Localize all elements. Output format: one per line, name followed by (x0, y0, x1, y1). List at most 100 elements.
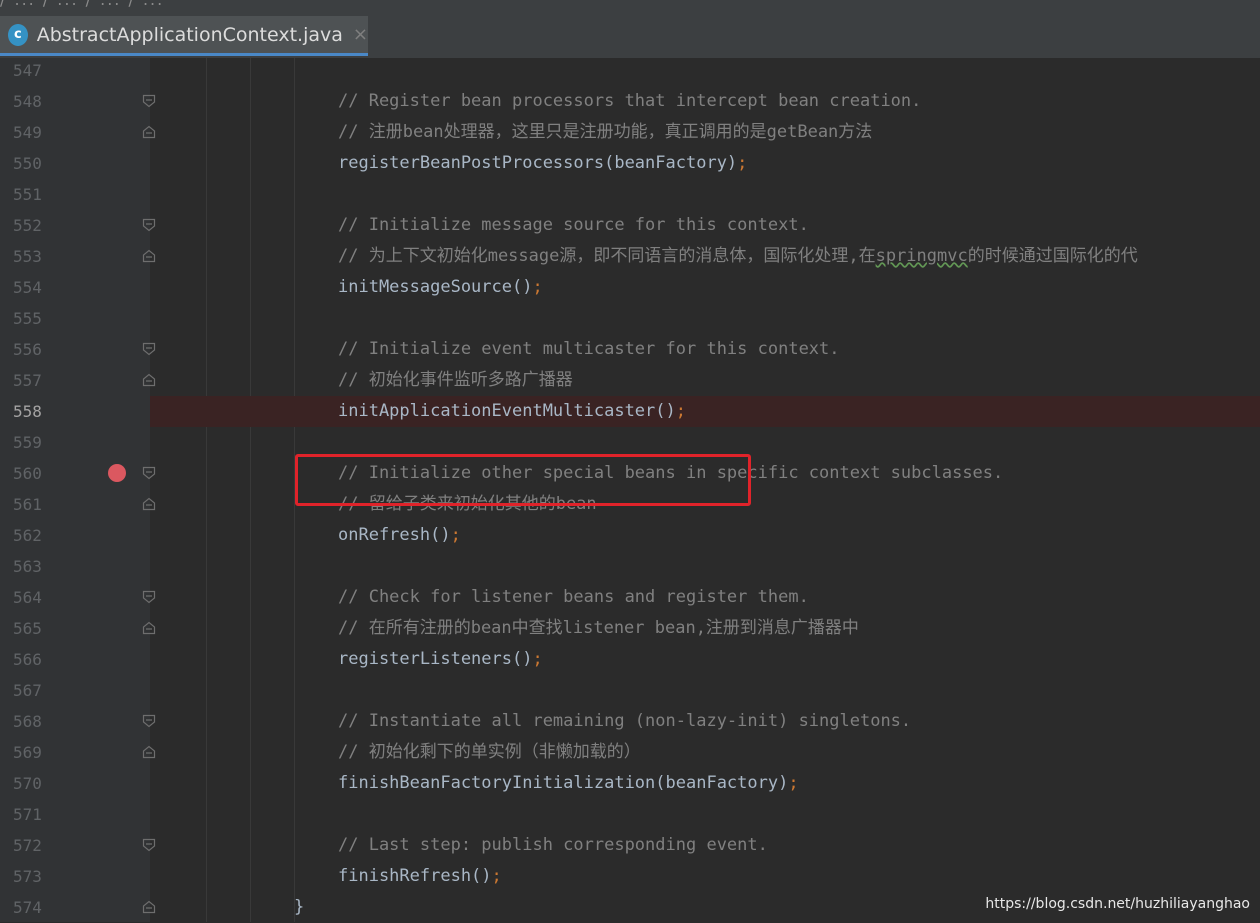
line-number: 558 (13, 402, 42, 421)
line-number: 564 (13, 588, 42, 607)
code-text: registerListeners(); (338, 644, 543, 675)
line-number: 573 (13, 867, 42, 886)
code-token: registerListeners() (338, 649, 533, 669)
line-number: 554 (13, 278, 42, 297)
line-number: 551 (13, 185, 42, 204)
code-line[interactable]: // Check for listener beans and register… (150, 582, 1260, 613)
code-comment: // Register bean processors that interce… (338, 91, 922, 111)
code-comment: // Initialize message source for this co… (338, 215, 809, 235)
code-line[interactable] (150, 799, 1260, 830)
breakpoint-icon[interactable] (108, 464, 126, 482)
line-number: 563 (13, 557, 42, 576)
code-line[interactable] (150, 551, 1260, 582)
code-comment: // 在所有注册的bean中查找listener bean,注册到消息广播器中 (338, 618, 859, 638)
code-text: // 初始化剩下的单实例（非懒加载的） (338, 737, 641, 768)
code-editor[interactable]: 547 548 549 550 551 552 553 554 555 556 557 558 559 5… (0, 58, 1260, 922)
code-line[interactable]: finishBeanFactoryInitialization(beanFact… (150, 768, 1260, 799)
code-token: } (294, 897, 305, 917)
line-number: 567 (13, 681, 42, 700)
code-line[interactable]: // 注册bean处理器，这里只是注册功能，真正调用的是getBean方法 (150, 117, 1260, 148)
code-line[interactable]: // Last step: publish corresponding even… (150, 830, 1260, 861)
code-text: finishRefresh(); (338, 861, 502, 892)
breadcrumb[interactable]: / ... / ... / ... / ... (0, 0, 760, 10)
code-text: finishBeanFactoryInitialization(beanFact… (338, 768, 799, 799)
line-number: 559 (13, 433, 42, 452)
code-token: registerBeanPostProcessors(beanFactory) (338, 153, 738, 173)
gutter[interactable]: 547 548 549 550 551 552 553 554 555 556 557 558 559 5… (0, 58, 150, 922)
code-comment: // Instantiate all remaining (non-lazy-i… (338, 711, 912, 731)
line-number: 560 (13, 464, 42, 483)
line-number: 555 (13, 309, 42, 328)
code-text: initMessageSource(); (338, 272, 543, 303)
line-number: 553 (13, 247, 42, 266)
code-line[interactable]: // Instantiate all remaining (non-lazy-i… (150, 706, 1260, 737)
code-semicolon: ; (491, 866, 502, 886)
editor-tab-bar: c AbstractApplicationContext.java × (0, 16, 1260, 59)
code-comment: // 初始化剩下的单实例（非懒加载的） (338, 742, 641, 762)
line-number: 572 (13, 836, 42, 855)
code-line[interactable]: registerListeners(); (150, 644, 1260, 675)
code-text: // Last step: publish corresponding even… (338, 830, 768, 861)
code-line[interactable]: // 为上下文初始化message源，即不同语言的消息体，国际化处理,在spri… (150, 241, 1260, 272)
code-comment: // 注册bean处理器，这里只是注册功能，真正调用的是getBean方法 (338, 122, 873, 142)
code-line[interactable]: // 初始化事件监听多路广播器 (150, 365, 1260, 396)
code-line[interactable]: // Initialize event multicaster for this… (150, 334, 1260, 365)
code-token: initMessageSource() (338, 277, 533, 297)
line-number: 557 (13, 371, 42, 390)
code-text: } (294, 892, 304, 923)
code-semicolon: ; (788, 773, 799, 793)
line-number: 574 (13, 898, 42, 917)
code-line[interactable]: onRefresh(); (150, 520, 1260, 551)
code-line[interactable] (150, 179, 1260, 210)
highlight-annotation-box (295, 454, 751, 506)
code-line[interactable] (150, 675, 1260, 706)
line-number: 548 (13, 92, 42, 111)
code-line[interactable]: finishRefresh(); (150, 861, 1260, 892)
code-line[interactable]: // Initialize message source for this co… (150, 210, 1260, 241)
code-text: // 为上下文初始化message源，即不同语言的消息体，国际化处理,在spri… (338, 241, 1138, 272)
code-semicolon: ; (532, 649, 543, 669)
code-line[interactable]: initMessageSource(); (150, 272, 1260, 303)
code-semicolon: ; (737, 153, 748, 173)
line-number: 571 (13, 805, 42, 824)
line-number: 562 (13, 526, 42, 545)
line-number: 570 (13, 774, 42, 793)
code-semicolon: ; (450, 525, 461, 545)
code-line[interactable]: // 初始化剩下的单实例（非懒加载的） (150, 737, 1260, 768)
code-line[interactable]: // Register bean processors that interce… (150, 86, 1260, 117)
tab-abstract-application-context[interactable]: c AbstractApplicationContext.java × (0, 16, 368, 56)
java-class-icon: c (8, 23, 28, 46)
line-number: 568 (13, 712, 42, 731)
code-text: initApplicationEventMulticaster(); (338, 396, 686, 427)
code-token: initApplicationEventMulticaster() (338, 401, 676, 421)
breadcrumb-bar: / ... / ... / ... / ... (0, 0, 1260, 17)
code-text: // Initialize message source for this co… (338, 210, 809, 241)
code-line[interactable] (150, 303, 1260, 334)
code-text: // Register bean processors that interce… (338, 86, 921, 117)
code-text: registerBeanPostProcessors(beanFactory); (338, 148, 747, 179)
code-text: // 注册bean处理器，这里只是注册功能，真正调用的是getBean方法 (338, 117, 872, 148)
close-icon[interactable]: × (353, 24, 368, 45)
watermark: https://blog.csdn.net/huzhiliayanghao (985, 896, 1250, 912)
code-line[interactable]: registerBeanPostProcessors(beanFactory); (150, 148, 1260, 179)
code-comment: // Check for listener beans and register… (338, 587, 809, 607)
line-number: 566 (13, 650, 42, 669)
code-text: onRefresh(); (338, 520, 461, 551)
code-semicolon: ; (532, 277, 543, 297)
code-line[interactable]: initApplicationEventMulticaster(); (150, 396, 1260, 427)
line-number: 561 (13, 495, 42, 514)
code-token: finishRefresh() (338, 866, 492, 886)
code-comment: 的时候通过国际化的代 (967, 246, 1138, 266)
code-text: // 在所有注册的bean中查找listener bean,注册到消息广播器中 (338, 613, 859, 644)
code-comment: // 初始化事件监听多路广播器 (338, 370, 573, 390)
line-number: 549 (13, 123, 42, 142)
tab-label: AbstractApplicationContext.java (36, 23, 343, 46)
code-line[interactable]: // 在所有注册的bean中查找listener bean,注册到消息广播器中 (150, 613, 1260, 644)
line-number: 550 (13, 154, 42, 173)
line-number: 565 (13, 619, 42, 638)
code-comment: // Last step: publish corresponding even… (338, 835, 768, 855)
line-number: 569 (13, 743, 42, 762)
code-line[interactable] (150, 55, 1260, 86)
code-text: // Instantiate all remaining (non-lazy-i… (338, 706, 911, 737)
code-text: // Initialize event multicaster for this… (338, 334, 840, 365)
